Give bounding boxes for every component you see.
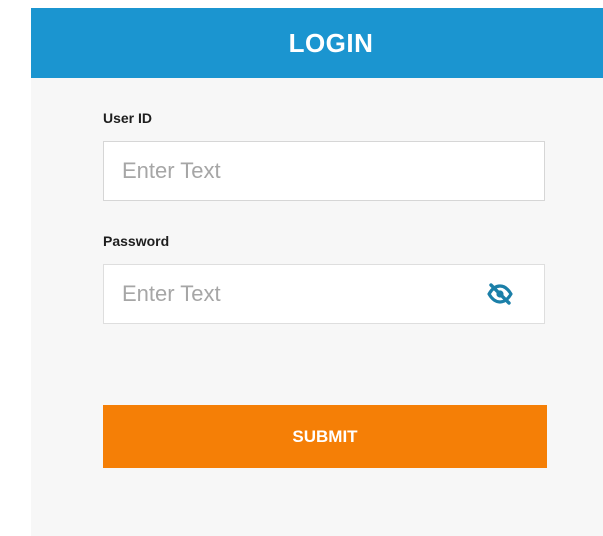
page-title: LOGIN bbox=[288, 27, 374, 58]
password-input[interactable] bbox=[103, 264, 545, 324]
eye-slash-icon[interactable] bbox=[487, 282, 513, 306]
submit-button[interactable]: SUBMIT bbox=[103, 405, 547, 468]
user-id-input[interactable] bbox=[103, 141, 545, 201]
password-label: Password bbox=[103, 233, 170, 249]
login-card: LOGIN User ID Password SUBMIT bbox=[31, 8, 603, 536]
user-id-label: User ID bbox=[103, 110, 153, 126]
login-header: LOGIN bbox=[31, 8, 603, 78]
